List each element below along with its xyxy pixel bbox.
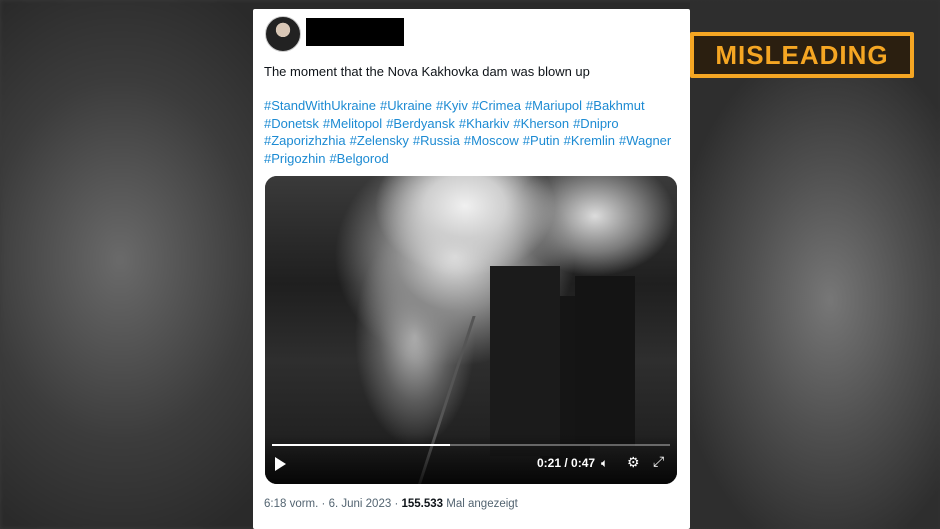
hashtag[interactable]: #Crimea <box>472 98 521 113</box>
redacted-username <box>306 18 404 46</box>
meta-separator: · <box>394 498 399 510</box>
hashtag[interactable]: #Zelensky <box>350 133 409 148</box>
hashtag[interactable]: #Mariupol <box>525 98 582 113</box>
hashtag[interactable]: #Kremlin <box>564 133 615 148</box>
video-frame-structure <box>575 276 635 446</box>
hashtag[interactable]: #StandWithUkraine <box>264 98 376 113</box>
hashtag[interactable]: #Moscow <box>464 133 519 148</box>
hashtag[interactable]: #Zaporizhzhia <box>264 133 346 148</box>
hashtag[interactable]: #Bakhmut <box>586 98 645 113</box>
tweet-card: The moment that the Nova Kakhovka dam wa… <box>253 9 690 529</box>
hashtag[interactable]: #Kharkiv <box>459 116 510 131</box>
tweet-text: The moment that the Nova Kakhovka dam wa… <box>264 64 590 79</box>
volume-icon[interactable]: 🔈︎ <box>601 456 608 471</box>
tweet-time[interactable]: 6:18 vorm. <box>264 498 318 510</box>
play-icon[interactable] <box>275 457 286 471</box>
hashtag[interactable]: #Melitopol <box>323 116 382 131</box>
hashtag[interactable]: #Berdyansk <box>386 116 455 131</box>
meta-separator: · <box>321 498 326 510</box>
hashtag[interactable]: #Russia <box>413 133 460 148</box>
video-progress-fill <box>272 444 450 446</box>
avatar[interactable] <box>265 16 301 52</box>
video-controls: 0:21 / 0:47 🔈︎ ⚙ ⤢ <box>265 434 677 484</box>
video-player[interactable]: 0:21 / 0:47 🔈︎ ⚙ ⤢ <box>265 176 677 484</box>
hashtag[interactable]: #Putin <box>523 133 560 148</box>
video-time: 0:21 / 0:47 <box>537 456 596 470</box>
hashtag[interactable]: #Prigozhin <box>264 151 325 166</box>
misleading-badge: MISLEADING <box>690 32 914 78</box>
hashtag[interactable]: #Belgorod <box>329 151 388 166</box>
hashtag[interactable]: #Wagner <box>619 133 671 148</box>
video-progress-bar[interactable] <box>272 444 670 446</box>
gear-icon[interactable]: ⚙ <box>627 454 640 471</box>
view-count: 155.533 <box>401 498 444 510</box>
hashtag-list: #StandWithUkraine #Ukraine #Kyiv #Crimea #Ma… <box>264 97 684 167</box>
video-frame-tower <box>490 266 560 456</box>
fullscreen-icon[interactable]: ⤢ <box>653 453 664 470</box>
hashtag[interactable]: #Ukraine <box>380 98 432 113</box>
misleading-label: MISLEADING <box>694 36 910 74</box>
background-right <box>690 0 940 529</box>
tweet-date[interactable]: 6. Juni 2023 <box>329 498 392 510</box>
view-label: Mal angezeigt <box>446 498 518 510</box>
hashtag[interactable]: #Donetsk <box>264 116 319 131</box>
tweet-meta: 6:18 vorm. · 6. Juni 2023 · 155.533 Mal … <box>264 498 518 510</box>
hashtag[interactable]: #Kyiv <box>436 98 468 113</box>
hashtag[interactable]: #Kherson <box>513 116 569 131</box>
hashtag[interactable]: #Dnipro <box>573 116 619 131</box>
